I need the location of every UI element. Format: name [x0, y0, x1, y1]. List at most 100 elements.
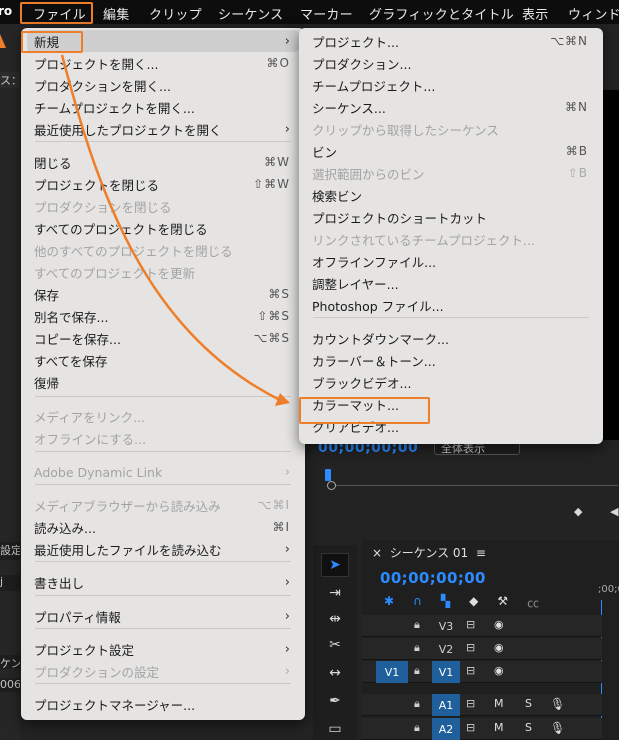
- mute-button[interactable]: M: [494, 721, 504, 734]
- scrub-knob-icon[interactable]: [327, 481, 336, 490]
- razor-tool-icon[interactable]: ✂: [321, 633, 349, 657]
- solo-button[interactable]: S: [525, 721, 532, 734]
- pen-tool-icon[interactable]: ✒: [321, 689, 349, 713]
- panel-menu-icon[interactable]: ≡: [476, 546, 486, 560]
- file-menu-item[interactable]: 別名で保存... ⇧⌘S: [27, 305, 299, 327]
- snap-icon[interactable]: ∩: [413, 594, 422, 611]
- new-menu-item[interactable]: チームプロジェクト...: [305, 74, 597, 96]
- menu-window[interactable]: ウィンド: [568, 4, 619, 23]
- file-menu-item[interactable]: すべてを保存: [27, 349, 299, 371]
- sequence-fragment: ケンス: [0, 655, 20, 669]
- mute-button[interactable]: M: [494, 697, 504, 710]
- new-submenu: プロジェクト... ⌥⌘N プロダクション... チームプロジェクト... シーケンス.…: [299, 28, 603, 444]
- file-menu-item[interactable]: プロジェクトを閉じる ⇧⌘W: [27, 173, 299, 195]
- file-menu-item[interactable]: 保存 ⌘S: [27, 283, 299, 305]
- add-marker-icon[interactable]: ◆: [469, 594, 478, 611]
- new-menu-item[interactable]: プロジェクトのショートカット: [305, 206, 597, 228]
- menu-item-label: プロジェクトマネージャー...: [34, 697, 196, 713]
- file-menu-item[interactable]: プロパティ情報 ›: [27, 605, 299, 627]
- playhead-icon[interactable]: [325, 469, 331, 481]
- eye-icon[interactable]: ◉: [494, 618, 504, 631]
- file-menu-item[interactable]: すべてのプロジェクトを閉じる: [27, 217, 299, 239]
- program-scrubber[interactable]: [318, 465, 619, 495]
- menu-sequence[interactable]: シーケンス: [218, 4, 283, 23]
- lock-icon[interactable]: 🔒︎: [414, 664, 420, 678]
- sync-icon[interactable]: ⊟: [466, 721, 475, 734]
- linked-selection-icon[interactable]: ▚: [441, 594, 450, 611]
- sync-icon[interactable]: ⊟: [466, 664, 475, 677]
- sequence-tab[interactable]: × シーケンス 01 ≡: [372, 544, 486, 561]
- file-menu-item[interactable]: 復帰: [27, 371, 299, 393]
- sync-icon[interactable]: ⊟: [466, 697, 475, 710]
- new-menu-item[interactable]: カウントダウンマーク...: [305, 327, 597, 349]
- file-menu-item[interactable]: プロダクションを開く...: [27, 74, 299, 96]
- lock-icon[interactable]: 🔒︎: [414, 641, 420, 655]
- ripple-edit-tool-icon[interactable]: ⇹: [321, 607, 349, 631]
- file-menu-item[interactable]: 書き出し ›: [27, 571, 299, 593]
- new-menu-item[interactable]: ビン ⌘B: [305, 140, 597, 162]
- new-menu-item[interactable]: シーケンス... ⌘N: [305, 96, 597, 118]
- menu-item-label: ビン: [312, 144, 338, 160]
- track-name[interactable]: A2: [432, 718, 460, 740]
- selection-tool-icon[interactable]: ➤: [321, 553, 349, 577]
- new-menu-item[interactable]: プロダクション...: [305, 52, 597, 74]
- file-menu-item[interactable]: チームプロジェクトを開く...: [27, 96, 299, 118]
- menu-item-label: クリップから取得したシーケンス: [312, 122, 499, 138]
- step-icon[interactable]: ◀: [610, 505, 618, 518]
- menu-item-label: 他のすべてのプロジェクトを閉じる: [34, 243, 233, 259]
- track-name[interactable]: V3: [432, 615, 460, 637]
- mic-icon[interactable]: 🎙︎: [550, 721, 565, 735]
- lock-icon[interactable]: 🔒︎: [414, 618, 420, 632]
- scrub-track: [328, 485, 618, 486]
- file-menu-item[interactable]: 読み込み... ⌘I: [27, 516, 299, 538]
- file-menu-item[interactable]: プロジェクトマネージャー...: [27, 693, 299, 715]
- file-menu-item[interactable]: 最近使用したファイルを読み込む ›: [27, 538, 299, 560]
- settings-wrench-icon[interactable]: ⚒: [497, 594, 508, 611]
- new-menu-item[interactable]: Photoshop ファイル...: [305, 294, 597, 316]
- new-menu-item[interactable]: ブラックビデオ...: [305, 371, 597, 393]
- new-menu-item[interactable]: プロジェクト... ⌥⌘N: [305, 30, 597, 52]
- file-menu-item[interactable]: コピーを保存... ⌥⌘S: [27, 327, 299, 349]
- file-menu-item[interactable]: 最近使用したプロジェクトを開く ›: [27, 118, 299, 140]
- file-menu-item[interactable]: 閉じる ⌘W: [27, 151, 299, 173]
- file-menu-highlight: [20, 2, 93, 24]
- menu-item-shortcut: ⇧B: [567, 166, 588, 180]
- rectangle-tool-icon[interactable]: ▭: [321, 717, 349, 740]
- sync-icon[interactable]: ⊟: [466, 641, 475, 654]
- marker-icon[interactable]: ◆: [574, 505, 582, 518]
- eye-icon[interactable]: ◉: [494, 664, 504, 677]
- close-icon[interactable]: ×: [372, 546, 382, 560]
- captions-icon[interactable]: ㏄: [527, 594, 539, 611]
- menu-item-label: 検索ビン: [312, 188, 363, 204]
- menu-item-label: ブラックビデオ...: [312, 375, 412, 391]
- menu-markers[interactable]: マーカー: [300, 4, 353, 23]
- file-menu-item: オフラインにする...: [27, 427, 299, 449]
- menu-clip[interactable]: クリップ: [149, 4, 202, 23]
- solo-button[interactable]: S: [525, 697, 532, 710]
- lock-icon[interactable]: 🔒︎: [414, 721, 420, 735]
- track-name[interactable]: V2: [432, 638, 460, 660]
- sync-icon[interactable]: ⊟: [466, 618, 475, 631]
- mic-icon[interactable]: 🎙︎: [550, 697, 565, 711]
- track-name[interactable]: V1: [432, 661, 460, 683]
- menu-graphics[interactable]: グラフィックとタイトル: [369, 4, 514, 23]
- lock-icon[interactable]: 🔒︎: [414, 697, 420, 711]
- menu-edit[interactable]: 編集: [103, 4, 129, 23]
- eye-icon[interactable]: ◉: [494, 641, 504, 654]
- menu-view[interactable]: 表示: [522, 4, 548, 23]
- track-name[interactable]: A1: [432, 694, 460, 716]
- new-menu-item[interactable]: 検索ビン: [305, 184, 597, 206]
- file-menu-item[interactable]: プロジェクトを開く... ⌘O: [27, 52, 299, 74]
- new-menu-item[interactable]: オフラインファイル...: [305, 250, 597, 272]
- menu-item-shortcut: ⌥⌘N: [550, 34, 588, 48]
- slip-tool-icon[interactable]: ↔: [321, 661, 349, 685]
- track-select-tool-icon[interactable]: ⇥: [321, 581, 349, 605]
- new-menu-item[interactable]: 調整レイヤー...: [305, 272, 597, 294]
- nest-icon[interactable]: ✱: [384, 594, 394, 611]
- menu-item-label: 読み込み...: [34, 520, 96, 536]
- file-menu-item: すべてのプロジェクトを更新: [27, 261, 299, 283]
- file-menu-item[interactable]: プロジェクト設定 ›: [27, 638, 299, 660]
- sequence-timecode[interactable]: 00;00;00;00: [380, 569, 486, 587]
- source-patch[interactable]: V1: [376, 661, 408, 683]
- new-menu-item[interactable]: カラーバー＆トーン...: [305, 349, 597, 371]
